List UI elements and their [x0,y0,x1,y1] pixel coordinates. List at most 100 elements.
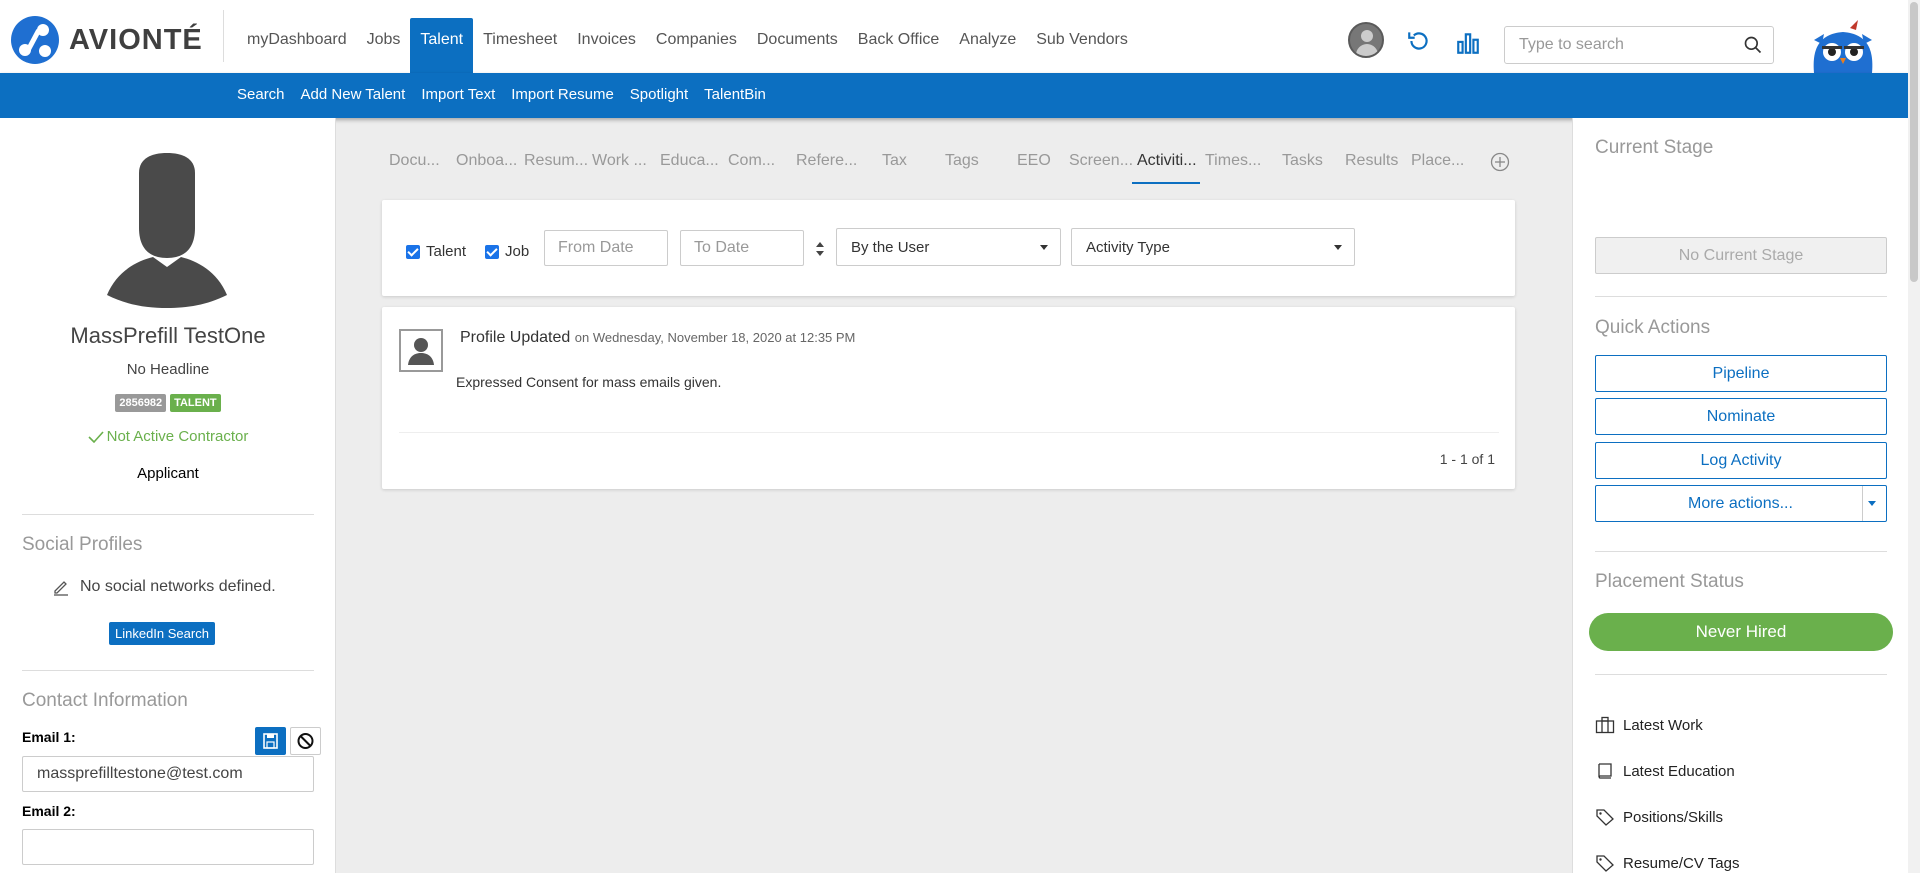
positions-skills-label: Positions/Skills [1623,808,1724,826]
tab-results[interactable]: Results [1345,152,1398,170]
subnav-spotlight[interactable]: Spotlight [630,86,688,103]
scrollbar-thumb[interactable] [1910,2,1918,282]
nav-back-office[interactable]: Back Office [848,18,950,73]
from-date-input[interactable]: From Date [544,230,668,266]
job-checkbox[interactable] [485,244,499,259]
activity-type-select[interactable]: Activity Type [1071,228,1355,266]
email1-field[interactable] [22,756,314,792]
resume-cv-tags-link[interactable]: Resume/CV Tags [1595,854,1739,872]
talent-headline: No Headline [126,361,210,378]
talent-badges: 2856982 TALENT [0,393,336,412]
linkedin-search-button[interactable]: LinkedIn Search [109,622,215,645]
tab-work[interactable]: Work ... [592,152,647,170]
talent-checkbox-label: Talent [426,243,467,260]
job-filter[interactable]: Job [485,243,529,260]
tab-documents[interactable]: Docu... [389,152,440,170]
divider [1595,551,1887,552]
talent-filter[interactable]: Talent [406,243,466,260]
activity-item: Profile Updated on Wednesday, November 1… [460,329,855,347]
more-actions-label: More actions... [1688,494,1793,512]
tab-onboarding[interactable]: Onboa... [456,152,517,170]
subnav-talentbin[interactable]: TalentBin [704,86,766,103]
nav-mydashboard[interactable]: myDashboard [237,18,357,73]
briefcase-icon [1595,716,1615,734]
social-profiles-title: Social Profiles [22,534,143,555]
talent-checkbox[interactable] [406,244,420,259]
owl-mascot-icon[interactable] [1808,20,1878,73]
pipeline-button[interactable]: Pipeline [1595,355,1887,392]
positions-skills-link[interactable]: Positions/Skills [1595,808,1723,826]
more-actions-button[interactable]: More actions... [1595,485,1887,522]
sort-icon[interactable] [815,240,825,258]
activity-date: on Wednesday, November 18, 2020 at 12:35… [574,330,856,345]
tab-timesheets[interactable]: Times... [1205,152,1261,170]
current-stage-title: Current Stage [1595,137,1714,158]
avionte-logo[interactable]: AVIONTÉ [11,15,203,65]
tab-activities[interactable]: Activiti... [1137,152,1197,170]
tab-com[interactable]: Com... [728,152,775,170]
search-icon[interactable] [1743,35,1763,55]
activity-avatar [399,329,443,372]
tab-references[interactable]: Refere... [796,152,857,170]
divider [223,10,224,62]
email1-label: Email 1: [22,729,76,745]
user-filter-select[interactable]: By the User [836,228,1061,266]
user-avatar[interactable] [1348,22,1384,58]
user-icon [408,338,434,365]
tab-education[interactable]: Educa... [660,152,719,170]
page-scrollbar[interactable] [1908,0,1920,873]
tab-tax[interactable]: Tax [882,152,907,170]
activity-type-value: Activity Type [1086,238,1170,256]
talent-profile-panel: MassPrefill TestOne No Headline 2856982 … [0,118,336,873]
tab-tasks[interactable]: Tasks [1282,152,1323,170]
nav-jobs[interactable]: Jobs [357,18,411,73]
chevron-down-icon [1040,245,1048,250]
subnav-import-text[interactable]: Import Text [421,86,495,103]
nav-companies[interactable]: Companies [646,18,747,73]
quick-actions-title: Quick Actions [1595,317,1711,338]
nav-timesheet[interactable]: Timesheet [473,18,567,73]
cancel-icon [297,733,314,749]
nav-documents[interactable]: Documents [747,18,848,73]
refresh-icon[interactable] [1406,28,1432,54]
nav-invoices[interactable]: Invoices [567,18,646,73]
subnav-import-resume[interactable]: Import Resume [511,86,614,103]
nav-sub-vendors[interactable]: Sub Vendors [1026,18,1138,73]
global-search [1504,26,1774,64]
latest-work-link[interactable]: Latest Work [1595,716,1703,734]
social-empty-text: No social networks defined. [80,578,276,595]
placement-status-title: Placement Status [1595,571,1744,592]
subnav-search[interactable]: Search [237,86,285,103]
latest-education-label: Latest Education [1623,762,1735,780]
placement-status-badge[interactable]: Never Hired [1589,613,1893,651]
save-button[interactable] [255,727,286,755]
top-navbar: AVIONTÉ myDashboard Jobs Talent Timeshee… [0,0,1908,73]
tab-screening[interactable]: Screen... [1069,152,1133,170]
nav-talent[interactable]: Talent [410,18,474,73]
email2-label: Email 2: [22,803,76,819]
brand-name: AVIONTÉ [69,23,203,56]
subnav-add-new-talent[interactable]: Add New Talent [301,86,406,103]
actions-panel: Current Stage No Current Stage Quick Act… [1572,118,1908,873]
talent-id-badge: 2856982 [115,394,167,412]
chevron-down-icon[interactable] [1868,501,1876,506]
edit-pencil-icon[interactable] [52,578,70,596]
to-date-input[interactable]: To Date [680,230,804,266]
latest-education-link[interactable]: Latest Education [1595,762,1735,780]
tab-resume[interactable]: Resum... [524,152,588,170]
tab-tags[interactable]: Tags [945,152,979,170]
save-icon [263,733,278,749]
job-checkbox-label: Job [505,243,530,260]
divider [399,432,1499,433]
add-tab-icon[interactable] [1490,152,1510,172]
search-input[interactable] [1505,27,1725,63]
tab-placements[interactable]: Place... [1411,152,1464,170]
email2-field[interactable] [22,829,314,865]
nav-analyze[interactable]: Analyze [949,18,1026,73]
log-activity-button[interactable]: Log Activity [1595,442,1887,479]
resume-cv-tags-label: Resume/CV Tags [1623,854,1740,872]
tab-eeo[interactable]: EEO [1017,152,1051,170]
analytics-icon[interactable] [1455,30,1481,56]
cancel-button[interactable] [290,727,321,755]
nominate-button[interactable]: Nominate [1595,398,1887,435]
